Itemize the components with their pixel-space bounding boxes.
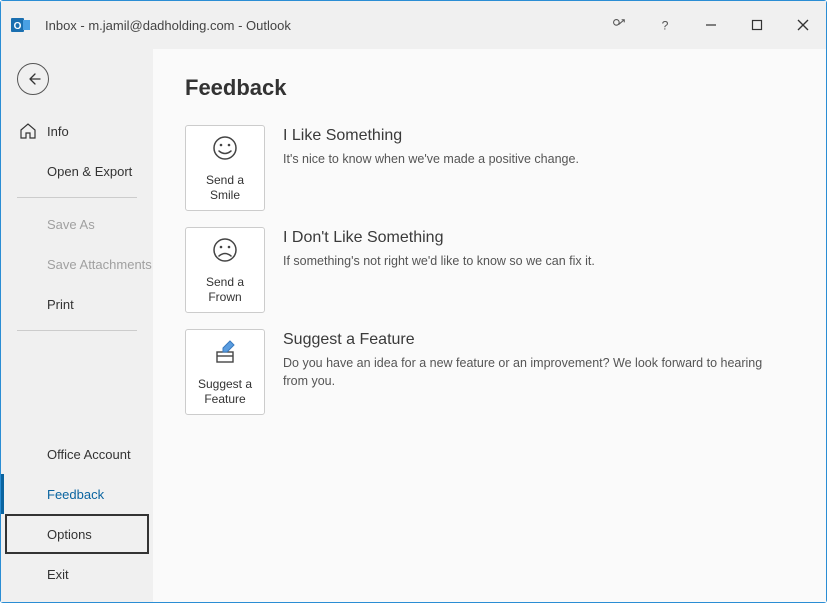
nav-office-account[interactable]: Office Account	[1, 434, 153, 474]
nav-save-as: Save As	[1, 204, 153, 244]
feedback-item-suggest: Suggest a Feature Suggest a Feature Do y…	[185, 329, 794, 415]
tile-label: Suggest a Feature	[186, 377, 264, 406]
nav-options-label: Options	[47, 527, 92, 542]
suggest-icon	[211, 338, 239, 371]
arrow-left-icon	[25, 71, 41, 87]
window-title: Inbox - m.jamil@dadholding.com - Outlook	[45, 18, 596, 33]
feedback-text: Suggest a Feature Do you have an idea fo…	[283, 329, 783, 415]
feedback-desc: It's nice to know when we've made a posi…	[283, 151, 579, 169]
send-smile-button[interactable]: Send a Smile	[185, 125, 265, 211]
feedback-desc: Do you have an idea for a new feature or…	[283, 355, 783, 390]
smile-icon	[211, 134, 239, 167]
home-icon	[19, 122, 37, 140]
nav-info-label: Info	[47, 124, 69, 139]
frown-icon	[211, 236, 239, 269]
nav-feedback-label: Feedback	[47, 487, 104, 502]
feedback-text: I Don't Like Something If something's no…	[283, 227, 595, 313]
feedback-text: I Like Something It's nice to know when …	[283, 125, 579, 211]
nav-office-account-label: Office Account	[47, 447, 131, 462]
svg-text:?: ?	[662, 18, 669, 32]
nav-save-attachments: Save Attachments	[1, 244, 153, 284]
minimize-button[interactable]	[688, 1, 734, 49]
close-button[interactable]	[780, 1, 826, 49]
maximize-button[interactable]	[734, 1, 780, 49]
back-button[interactable]	[17, 63, 49, 95]
nav-exit[interactable]: Exit	[1, 554, 153, 594]
outlook-icon: O	[11, 15, 31, 35]
window-controls: ?	[596, 1, 826, 49]
outlook-window: O Inbox - m.jamil@dadholding.com - Outlo…	[0, 0, 827, 603]
feedback-heading: I Like Something	[283, 127, 579, 145]
help-button[interactable]: ?	[642, 1, 688, 49]
feedback-desc: If something's not right we'd like to kn…	[283, 253, 595, 271]
nav-print[interactable]: Print	[1, 284, 153, 324]
divider	[17, 330, 137, 331]
nav-info[interactable]: Info	[1, 111, 153, 151]
feedback-heading: Suggest a Feature	[283, 331, 783, 349]
send-frown-button[interactable]: Send a Frown	[185, 227, 265, 313]
feedback-item-smile: Send a Smile I Like Something It's nice …	[185, 125, 794, 211]
nav-save-attachments-label: Save Attachments	[47, 257, 152, 272]
body: Info Open & Export Save As Save Attachme…	[1, 49, 826, 602]
coming-soon-button[interactable]	[596, 1, 642, 49]
nav-open-export[interactable]: Open & Export	[1, 151, 153, 191]
nav-open-export-label: Open & Export	[47, 164, 132, 179]
svg-text:O: O	[14, 21, 22, 32]
titlebar: O Inbox - m.jamil@dadholding.com - Outlo…	[1, 1, 826, 49]
feedback-item-frown: Send a Frown I Don't Like Something If s…	[185, 227, 794, 313]
tile-label: Send a Smile	[186, 173, 264, 202]
nav-save-as-label: Save As	[47, 217, 95, 232]
nav-exit-label: Exit	[47, 567, 69, 582]
tile-label: Send a Frown	[186, 275, 264, 304]
suggest-feature-button[interactable]: Suggest a Feature	[185, 329, 265, 415]
nav-options[interactable]: Options	[5, 514, 149, 554]
nav-print-label: Print	[47, 297, 74, 312]
main-content: Feedback Send a Smile I Like Something I…	[153, 49, 826, 602]
sidebar: Info Open & Export Save As Save Attachme…	[1, 49, 153, 602]
feedback-heading: I Don't Like Something	[283, 229, 595, 247]
divider	[17, 197, 137, 198]
nav-feedback[interactable]: Feedback	[1, 474, 153, 514]
page-title: Feedback	[185, 75, 794, 101]
